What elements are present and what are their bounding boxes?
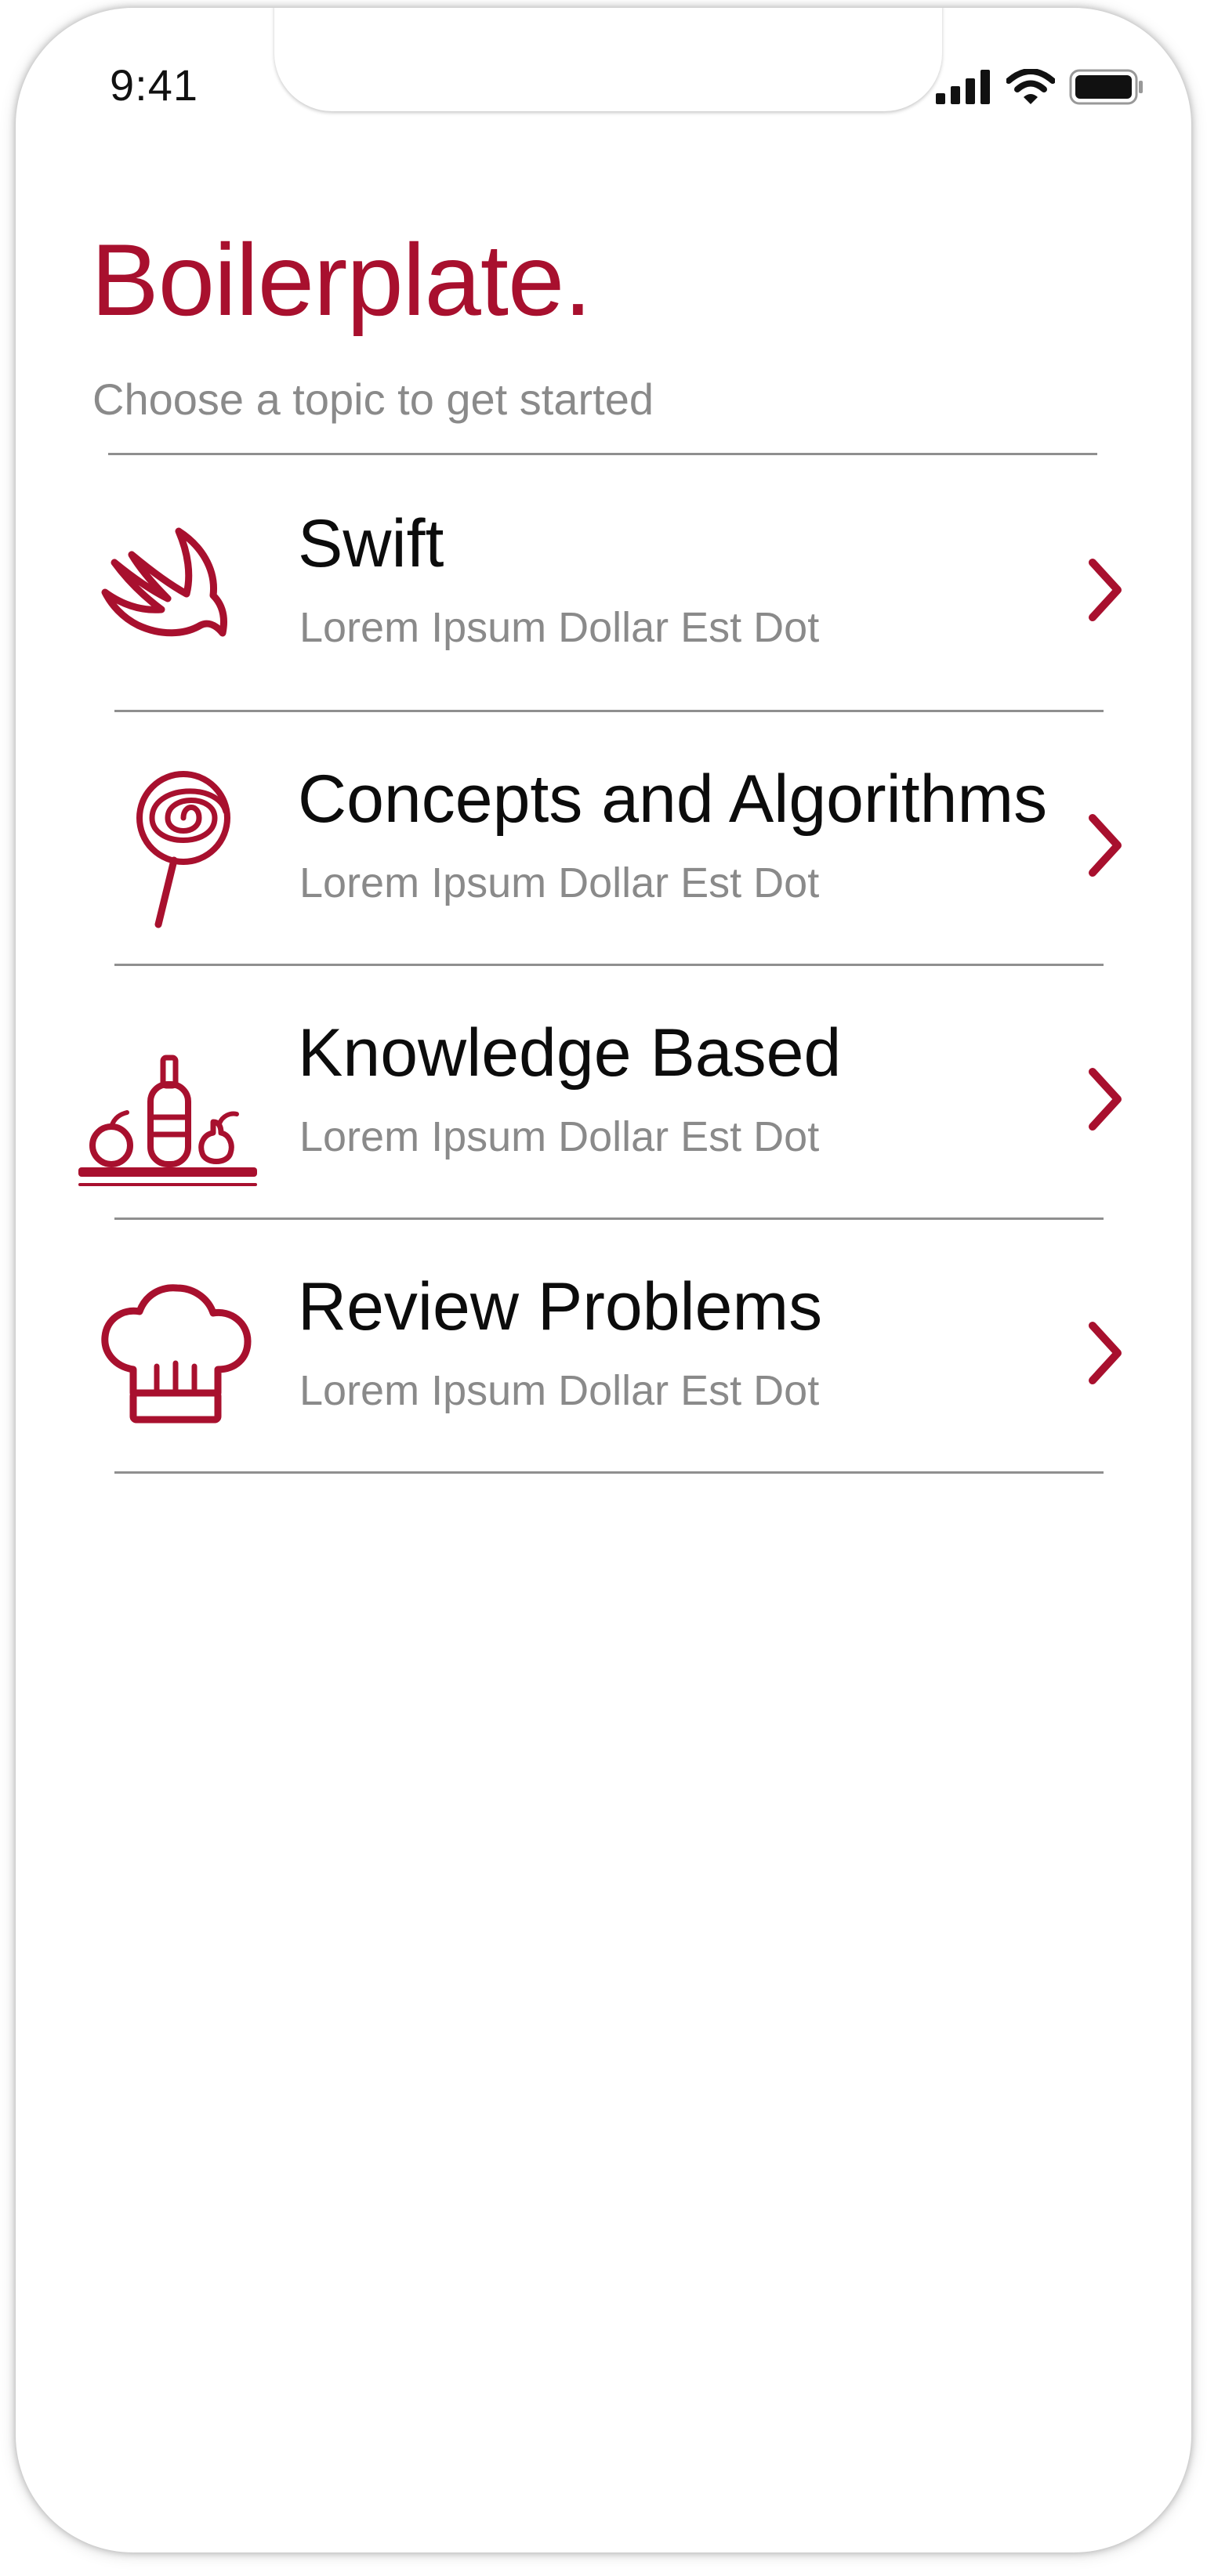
topic-row-knowledge-based[interactable]: Knowledge Based Lorem Ipsum Dollar Est D… (63, 976, 1144, 1227)
chef-hat-icon (91, 1271, 260, 1440)
row-divider (114, 710, 1104, 712)
topic-subtitle: Lorem Ipsum Dollar Est Dot (299, 859, 820, 906)
status-icons (936, 68, 1144, 109)
signal-icon (936, 70, 992, 108)
chevron-right-icon (1089, 1068, 1122, 1131)
page-subtitle: Choose a topic to get started (92, 374, 654, 424)
food-shelf-icon (75, 1017, 260, 1186)
topic-subtitle: Lorem Ipsum Dollar Est Dot (299, 1113, 820, 1160)
topic-subtitle: Lorem Ipsum Dollar Est Dot (299, 1367, 820, 1414)
lollipop-icon (91, 763, 260, 932)
row-divider (114, 1217, 1104, 1220)
wifi-icon (1006, 68, 1056, 109)
topic-title: Review Problems (298, 1269, 823, 1344)
chevron-right-icon (1089, 814, 1122, 877)
topic-title: Knowledge Based (298, 1015, 842, 1091)
topic-title: Concepts and Algorithms (298, 762, 1048, 837)
page-title: Boilerplate. (91, 223, 592, 337)
status-time: 9:41 (110, 60, 198, 110)
phone-frame: 9:41 Boilerplate. Choose a topic to get … (16, 8, 1191, 2552)
swift-bird-icon (91, 508, 260, 677)
notch (274, 8, 942, 111)
topic-subtitle: Lorem Ipsum Dollar Est Dot (299, 604, 820, 651)
chevron-right-icon (1089, 1322, 1122, 1384)
header-divider (108, 453, 1097, 455)
topic-row-concepts-and-algorithms[interactable]: Concepts and Algorithms Lorem Ipsum Doll… (63, 722, 1144, 973)
topic-title: Swift (298, 506, 444, 581)
row-divider (114, 964, 1104, 966)
row-divider (114, 1471, 1104, 1474)
topic-row-review-problems[interactable]: Review Problems Lorem Ipsum Dollar Est D… (63, 1230, 1144, 1481)
battery-icon (1069, 69, 1144, 109)
chevron-right-icon (1089, 559, 1122, 621)
topic-row-swift[interactable]: Swift Lorem Ipsum Dollar Est Dot (63, 467, 1144, 718)
